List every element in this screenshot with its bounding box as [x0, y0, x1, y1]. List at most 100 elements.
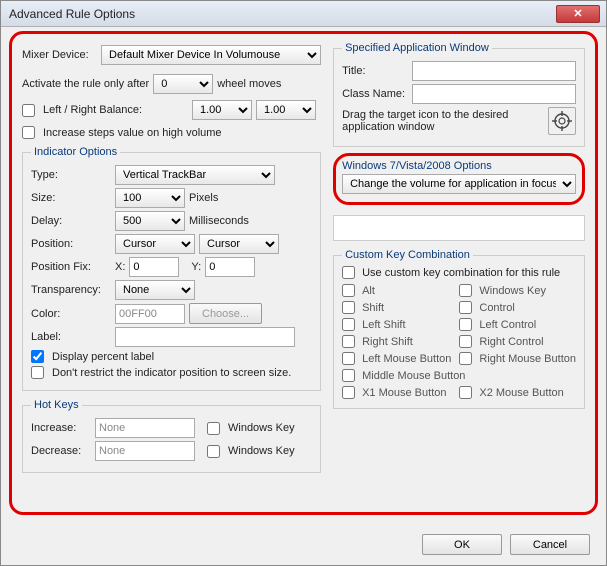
- close-button[interactable]: ✕: [556, 5, 600, 23]
- key-rmb-checkbox[interactable]: [459, 352, 472, 365]
- target-icon[interactable]: [548, 107, 576, 135]
- lr-balance-label: Left / Right Balance:: [43, 104, 188, 116]
- key-winkey-checkbox[interactable]: [459, 284, 472, 297]
- display-percent-label: Display percent label: [52, 351, 154, 363]
- key-x1-label: X1 Mouse Button: [362, 387, 446, 399]
- activate-wheel-select[interactable]: 0: [153, 74, 213, 94]
- crosshair-icon: [552, 111, 572, 131]
- decrease-winkey-label: Windows Key: [228, 445, 295, 457]
- key-alt-label: Alt: [362, 285, 375, 297]
- transparency-label: Transparency:: [31, 284, 111, 296]
- dialog-window: Advanced Rule Options ✕ Mixer Device: De…: [0, 0, 607, 566]
- hotkeys-legend: Hot Keys: [31, 399, 82, 411]
- appwin-class-input[interactable]: [412, 84, 576, 104]
- size-select[interactable]: 100: [115, 188, 185, 208]
- ok-button[interactable]: OK: [422, 534, 502, 555]
- lr-balance-left-select[interactable]: 1.00: [192, 100, 252, 120]
- win7-behavior-select[interactable]: Change the volume for application in foc…: [342, 174, 576, 194]
- increase-winkey-checkbox[interactable]: [207, 422, 220, 435]
- key-alt-checkbox[interactable]: [342, 284, 355, 297]
- titlebar: Advanced Rule Options ✕: [1, 1, 606, 27]
- increase-steps-label: Increase steps value on high volume: [43, 127, 222, 139]
- delay-label: Delay:: [31, 215, 111, 227]
- key-rmb-label: Right Mouse Button: [479, 353, 576, 365]
- transparency-select[interactable]: None: [115, 280, 195, 300]
- color-label: Color:: [31, 308, 111, 320]
- increase-label: Increase:: [31, 422, 91, 434]
- empty-box: [333, 215, 585, 241]
- key-x2-checkbox[interactable]: [459, 386, 472, 399]
- hotkeys-fieldset: Hot Keys Increase: Windows Key Decrease:…: [22, 399, 321, 473]
- win7-highlight: Windows 7/Vista/2008 Options Change the …: [333, 153, 585, 205]
- key-mmb-checkbox[interactable]: [342, 369, 355, 382]
- key-lshift-label: Left Shift: [362, 319, 405, 331]
- choose-color-button[interactable]: Choose...: [189, 303, 262, 324]
- mixer-device-label: Mixer Device:: [22, 49, 97, 61]
- decrease-winkey-checkbox[interactable]: [207, 445, 220, 458]
- key-x2-label: X2 Mouse Button: [479, 387, 563, 399]
- color-input: [115, 304, 185, 324]
- key-control-checkbox[interactable]: [459, 301, 472, 314]
- type-label: Type:: [31, 169, 111, 181]
- position-y-select[interactable]: Cursor: [199, 234, 279, 254]
- posfix-y-input[interactable]: [205, 257, 255, 277]
- win7-legend: Windows 7/Vista/2008 Options: [342, 160, 576, 172]
- position-x-select[interactable]: Cursor: [115, 234, 195, 254]
- key-x1-checkbox[interactable]: [342, 386, 355, 399]
- highlighted-frame: Mixer Device: Default Mixer Device In Vo…: [9, 31, 598, 515]
- key-rcontrol-checkbox[interactable]: [459, 335, 472, 348]
- increase-steps-checkbox[interactable]: [22, 126, 35, 139]
- indicator-options-legend: Indicator Options: [31, 146, 120, 158]
- activate-prefix: Activate the rule only after: [22, 78, 149, 90]
- posfix-x-input[interactable]: [129, 257, 179, 277]
- cancel-button[interactable]: Cancel: [510, 534, 590, 555]
- key-lmb-label: Left Mouse Button: [362, 353, 451, 365]
- indicator-options-fieldset: Indicator Options Type: Vertical TrackBa…: [22, 146, 321, 391]
- position-label: Position:: [31, 238, 111, 250]
- label-input[interactable]: [115, 327, 295, 347]
- use-custom-key-checkbox[interactable]: [342, 266, 355, 279]
- type-select[interactable]: Vertical TrackBar: [115, 165, 275, 185]
- key-shift-checkbox[interactable]: [342, 301, 355, 314]
- key-control-label: Control: [479, 302, 514, 314]
- increase-winkey-label: Windows Key: [228, 422, 295, 434]
- decrease-hotkey-input[interactable]: [95, 441, 195, 461]
- activate-suffix: wheel moves: [217, 78, 281, 90]
- key-rcontrol-label: Right Control: [479, 336, 543, 348]
- dont-restrict-checkbox[interactable]: [31, 366, 44, 379]
- use-custom-key-label: Use custom key combination for this rule: [362, 267, 560, 279]
- app-window-fieldset: Specified Application Window Title: Clas…: [333, 42, 585, 147]
- posfix-x-label: X:: [115, 261, 125, 273]
- lr-balance-right-select[interactable]: 1.00: [256, 100, 316, 120]
- decrease-label: Decrease:: [31, 445, 91, 457]
- key-rshift-label: Right Shift: [362, 336, 413, 348]
- custom-key-legend: Custom Key Combination: [342, 249, 473, 261]
- posfix-y-label: Y:: [191, 261, 201, 273]
- app-window-legend: Specified Application Window: [342, 42, 492, 54]
- delay-select[interactable]: 500: [115, 211, 185, 231]
- position-fix-label: Position Fix:: [31, 261, 111, 273]
- increase-hotkey-input[interactable]: [95, 418, 195, 438]
- key-lcontrol-label: Left Control: [479, 319, 536, 331]
- key-lcontrol-checkbox[interactable]: [459, 318, 472, 331]
- button-bar: OK Cancel: [422, 534, 590, 555]
- key-rshift-checkbox[interactable]: [342, 335, 355, 348]
- close-icon: ✕: [573, 7, 582, 20]
- lr-balance-checkbox[interactable]: [22, 104, 35, 117]
- label-label: Label:: [31, 331, 111, 343]
- key-lmb-checkbox[interactable]: [342, 352, 355, 365]
- window-title: Advanced Rule Options: [9, 7, 556, 21]
- size-unit: Pixels: [189, 192, 218, 204]
- key-winkey-label: Windows Key: [479, 285, 546, 297]
- size-label: Size:: [31, 192, 111, 204]
- key-mmb-label: Middle Mouse Button: [362, 370, 465, 382]
- appwin-title-label: Title:: [342, 65, 408, 77]
- dont-restrict-label: Don't restrict the indicator position to…: [52, 367, 291, 379]
- appwin-title-input[interactable]: [412, 61, 576, 81]
- mixer-device-select[interactable]: Default Mixer Device In Volumouse: [101, 45, 321, 65]
- delay-unit: Milliseconds: [189, 215, 249, 227]
- key-shift-label: Shift: [362, 302, 384, 314]
- appwin-drag-text: Drag the target icon to the desired appl…: [342, 109, 538, 133]
- key-lshift-checkbox[interactable]: [342, 318, 355, 331]
- display-percent-checkbox[interactable]: [31, 350, 44, 363]
